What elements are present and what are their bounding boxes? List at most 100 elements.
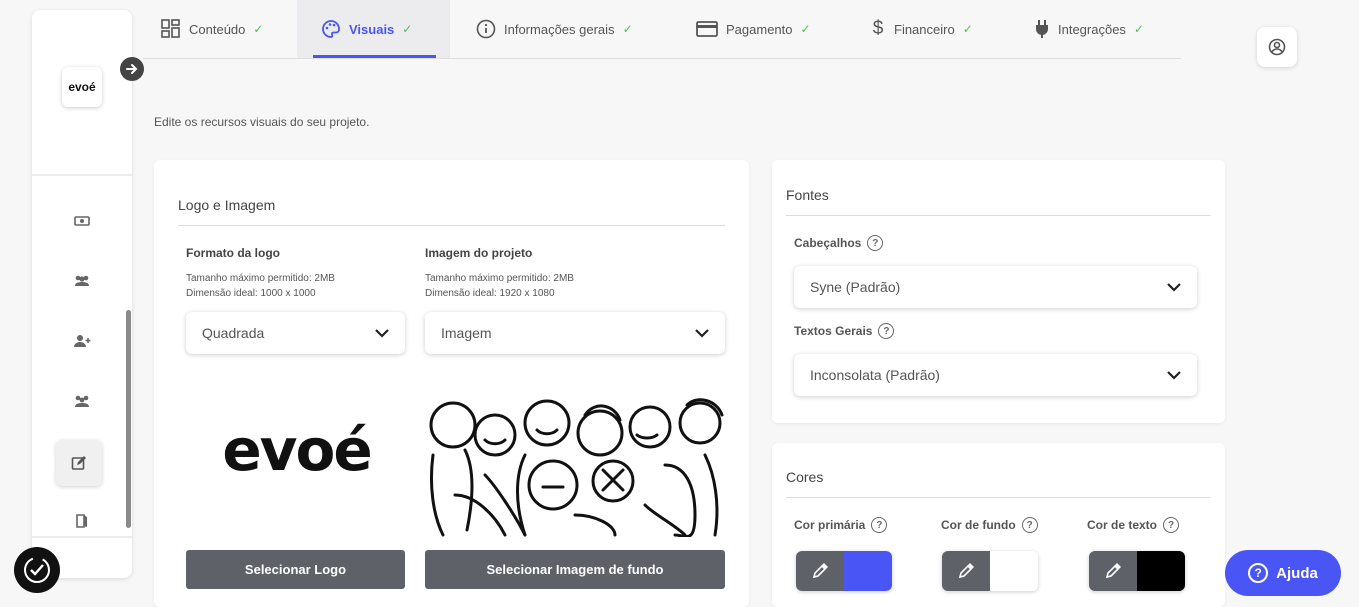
tab-label: Informações gerais (504, 21, 615, 37)
field-label-text: Cor de texto (1087, 518, 1158, 532)
select-value: Inconsolata (Padrão) (810, 367, 940, 383)
tab-label: Visuais (349, 21, 395, 37)
eyedropper-icon (812, 563, 828, 579)
grid-icon (161, 19, 180, 38)
group-icon (75, 395, 89, 407)
speed-badge[interactable] (14, 547, 60, 593)
sidebar-item-group[interactable] (66, 385, 98, 417)
logo-format-select[interactable]: Quadrada (186, 312, 405, 354)
edit-icon (71, 456, 86, 470)
sidebar-logo[interactable]: evoé (62, 67, 102, 107)
help-button-label: Ajuda (1276, 564, 1318, 582)
door-exit-icon (76, 514, 87, 528)
texts-font-select[interactable]: Inconsolata (Padrão) (794, 354, 1197, 396)
tab-financial[interactable]: $ Financeiro ✓ (870, 0, 1000, 58)
field-label-text: Textos Gerais (794, 324, 873, 338)
primary-color-label: Cor primária ? (794, 517, 888, 533)
select-value: Imagem (441, 325, 492, 341)
tab-integrations[interactable]: Integrações ✓ (1034, 0, 1174, 58)
palette-icon (322, 20, 340, 38)
sidebar-item-edit[interactable] (56, 440, 102, 486)
help-icon[interactable]: ? (1021, 517, 1038, 533)
money-icon (74, 216, 90, 226)
eyedropper-icon (958, 563, 974, 579)
tab-bar: Conteúdo ✓ Visuais ✓ Informações gerais … (143, 0, 1181, 59)
background-color-picker[interactable] (942, 551, 1038, 591)
project-image-label: Imagem do projeto (425, 246, 533, 260)
card-divider (178, 225, 725, 226)
sidebar-item-team[interactable] (66, 265, 98, 297)
help-button[interactable]: ? Ajuda (1225, 550, 1341, 596)
project-image-preview (429, 398, 724, 537)
headers-font-select[interactable]: Syne (Padrão) (794, 266, 1197, 308)
select-background-image-button[interactable]: Selecionar Imagem de fundo (425, 550, 725, 589)
check-icon: ✓ (800, 22, 811, 36)
chevron-down-icon (375, 328, 389, 338)
text-color-label: Cor de texto ? (1087, 517, 1180, 533)
tab-content[interactable]: Conteúdo ✓ (161, 0, 291, 58)
text-color-picker[interactable] (1089, 551, 1185, 591)
tab-payment[interactable]: Pagamento ✓ (696, 0, 836, 58)
eyedropper-button[interactable] (796, 551, 844, 591)
tab-general-info[interactable]: Informações gerais ✓ (476, 0, 666, 58)
help-icon[interactable]: ? (867, 235, 884, 251)
select-value: Quadrada (202, 325, 265, 341)
eyedropper-icon (1105, 563, 1121, 579)
primary-color-picker[interactable] (796, 551, 892, 591)
credit-card-icon (696, 21, 718, 37)
users-icon (75, 275, 89, 286)
select-logo-button[interactable]: Selecionar Logo (186, 550, 405, 589)
sidebar: evoé (32, 10, 132, 578)
card-divider (786, 215, 1211, 216)
card-title: Cores (786, 469, 824, 485)
tab-visuals[interactable]: Visuais ✓ (297, 0, 450, 58)
background-color-swatch[interactable] (990, 551, 1038, 591)
profile-button[interactable] (1257, 27, 1297, 67)
card-title: Logo e Imagem (178, 197, 276, 213)
question-icon: ? (1248, 563, 1269, 583)
sidebar-scrollbar[interactable] (126, 310, 131, 528)
tab-label: Pagamento (726, 21, 793, 37)
check-icon: ✓ (1133, 22, 1144, 36)
sidebar-item-money[interactable] (66, 205, 98, 237)
headers-font-label: Cabeçalhos ? (794, 235, 884, 251)
user-circle-icon (1268, 38, 1286, 56)
speedometer-check-icon (24, 557, 50, 583)
sidebar-divider (32, 174, 132, 176)
background-color-label: Cor de fundo ? (941, 517, 1038, 533)
tab-label: Integrações (1058, 21, 1126, 37)
dollar-icon: $ (872, 18, 884, 39)
help-icon[interactable]: ? (1163, 517, 1180, 533)
eyedropper-button[interactable] (1089, 551, 1137, 591)
chevron-down-icon (1167, 370, 1181, 380)
image-size-note: Tamanho máximo permitido: 2MB (425, 273, 574, 284)
user-plus-icon (74, 335, 91, 347)
check-icon: ✓ (253, 22, 264, 36)
logo-image-card: Logo e Imagem Formato da logo Tamanho má… (154, 160, 749, 607)
plug-icon (1036, 20, 1048, 38)
logo-size-note: Tamanho máximo permitido: 2MB (186, 273, 335, 284)
sidebar-item-exit[interactable] (66, 505, 98, 537)
sidebar-item-add-user[interactable] (66, 325, 98, 357)
texts-font-label: Textos Gerais ? (794, 323, 895, 339)
help-icon[interactable]: ? (871, 517, 888, 533)
help-icon[interactable]: ? (878, 323, 895, 339)
project-image-select[interactable]: Imagem (425, 312, 725, 354)
field-label-text: Cor primária (794, 518, 866, 532)
info-icon (476, 19, 496, 39)
image-dim-note: Dimensão ideal: 1920 x 1080 (425, 288, 555, 299)
sidebar-divider-bottom (32, 536, 132, 538)
tab-label: Financeiro (894, 21, 955, 37)
card-title: Fontes (786, 187, 829, 203)
logo-dim-note: Dimensão ideal: 1000 x 1000 (186, 288, 316, 299)
text-color-swatch[interactable] (1137, 551, 1185, 591)
primary-color-swatch[interactable] (844, 551, 892, 591)
logo-preview: evoé (222, 416, 372, 484)
field-label-text: Cor de fundo (941, 518, 1016, 532)
expand-sidebar-button[interactable] (120, 57, 144, 81)
select-value: Syne (Padrão) (810, 279, 901, 295)
chevron-down-icon (1167, 282, 1181, 292)
eyedropper-button[interactable] (942, 551, 990, 591)
card-divider (786, 497, 1211, 498)
logo-format-label: Formato da logo (186, 246, 280, 260)
